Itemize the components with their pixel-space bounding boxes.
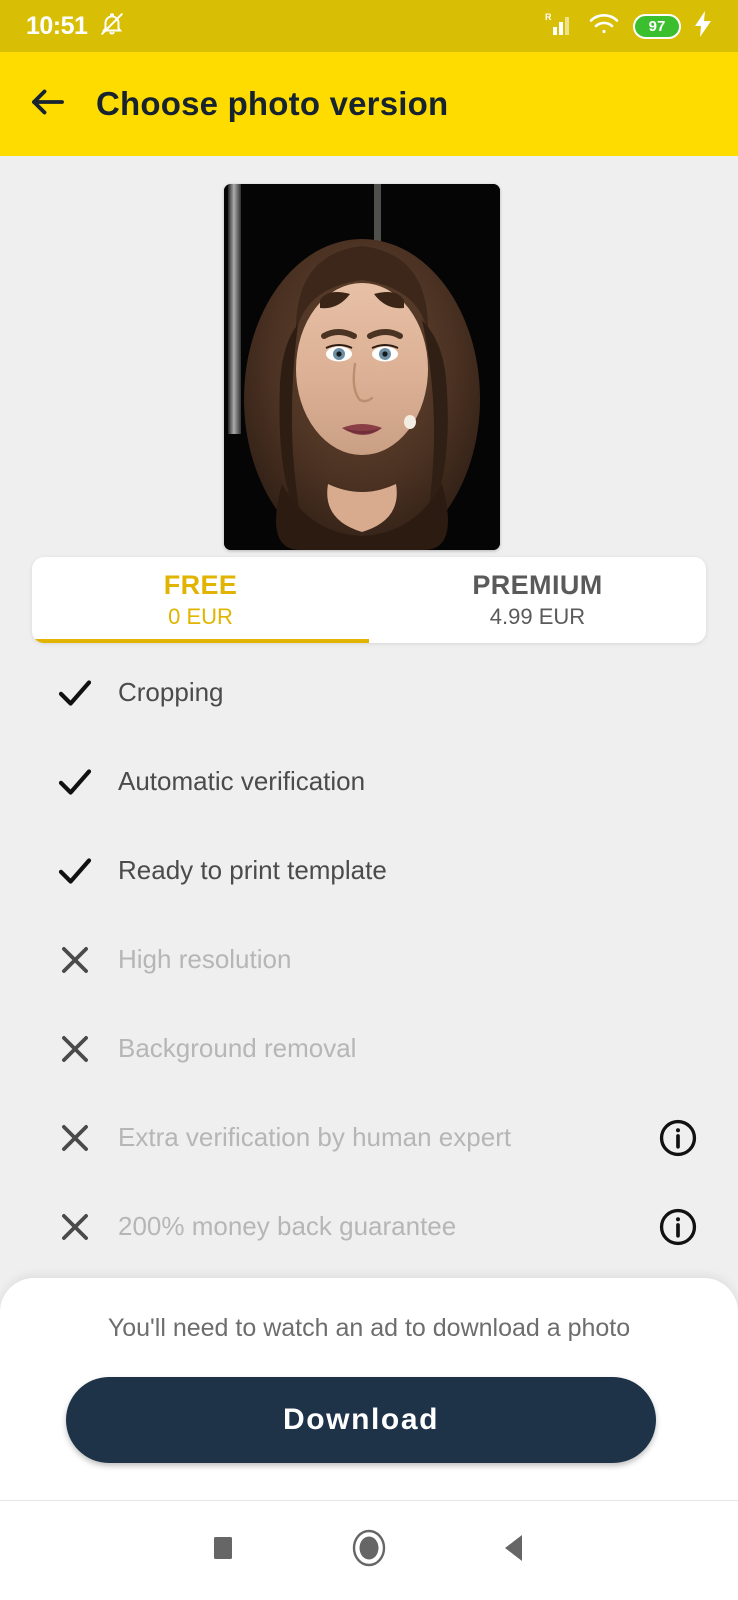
- tab-free[interactable]: FREE 0 EUR: [32, 557, 369, 643]
- cross-icon: [32, 1119, 118, 1157]
- back-arrow-icon: [27, 81, 69, 128]
- battery-icon: 97: [633, 13, 681, 39]
- status-clock: 10:51: [26, 11, 88, 40]
- info-icon[interactable]: [650, 1117, 706, 1159]
- check-icon: [32, 850, 118, 892]
- feature-row: Background removal: [0, 1004, 738, 1093]
- tab-free-price: 0 EUR: [168, 604, 233, 629]
- wifi-icon: [588, 12, 620, 41]
- feature-label: Background removal: [118, 1033, 357, 1063]
- feature-row: Ready to print template: [0, 826, 738, 915]
- circle-home-icon: [348, 1525, 390, 1576]
- bottom-sheet: You'll need to watch an ad to download a…: [0, 1278, 738, 1500]
- feature-row: High resolution: [0, 915, 738, 1004]
- recents-button[interactable]: [188, 1516, 258, 1586]
- back-nav-button[interactable]: [480, 1516, 550, 1586]
- app-bar: Choose photo version: [0, 52, 738, 156]
- tab-premium-price: 4.99 EUR: [489, 604, 586, 629]
- photo-preview[interactable]: [224, 184, 500, 550]
- version-tabs: FREE 0 EUR PREMIUM 4.99 EUR: [32, 557, 706, 643]
- cross-icon: [32, 941, 118, 979]
- status-bar-right: R 97: [545, 10, 712, 42]
- page-title: Choose photo version: [96, 85, 449, 122]
- app-screen: 10:51 R 97 Choose photo version FREE 0 E…: [0, 0, 738, 1600]
- feature-label: Ready to print template: [118, 855, 387, 885]
- feature-list: Cropping Automatic verification Ready to…: [0, 648, 738, 1271]
- feature-label: 200% money back guarantee: [118, 1211, 457, 1241]
- bell-muted-icon: [99, 11, 125, 42]
- tab-free-title: FREE: [163, 570, 238, 600]
- ad-notice-text: You'll need to watch an ad to download a…: [107, 1314, 631, 1342]
- signal-roaming-icon: R: [545, 11, 575, 42]
- status-bar: 10:51 R 97: [0, 0, 738, 52]
- info-icon[interactable]: [650, 1206, 706, 1248]
- portrait-photo: [224, 184, 500, 550]
- triangle-back-icon: [500, 1532, 530, 1569]
- back-button[interactable]: [0, 81, 96, 128]
- tab-premium-title: PREMIUM: [472, 570, 603, 600]
- check-icon: [32, 761, 118, 803]
- battery-level: 97: [648, 17, 666, 35]
- android-nav-bar: [0, 1500, 738, 1600]
- tab-premium[interactable]: PREMIUM 4.99 EUR: [369, 557, 706, 643]
- square-recents-icon: [210, 1533, 236, 1568]
- feature-row: Automatic verification: [0, 737, 738, 826]
- cross-icon: [32, 1208, 118, 1246]
- feature-label: Cropping: [118, 677, 224, 707]
- feature-row: 200% money back guarantee: [0, 1182, 738, 1271]
- feature-row: Cropping: [0, 648, 738, 737]
- home-button[interactable]: [334, 1516, 404, 1586]
- feature-label: Extra verification by human expert: [118, 1122, 512, 1152]
- download-button[interactable]: Download: [66, 1377, 656, 1463]
- check-icon: [32, 672, 118, 714]
- charging-bolt-icon: [694, 10, 712, 42]
- feature-row: Extra verification by human expert: [0, 1093, 738, 1182]
- feature-label: Automatic verification: [118, 766, 366, 796]
- cross-icon: [32, 1030, 118, 1068]
- status-bar-left: 10:51: [26, 11, 125, 42]
- feature-label: High resolution: [118, 944, 292, 974]
- svg-text:R: R: [545, 12, 552, 22]
